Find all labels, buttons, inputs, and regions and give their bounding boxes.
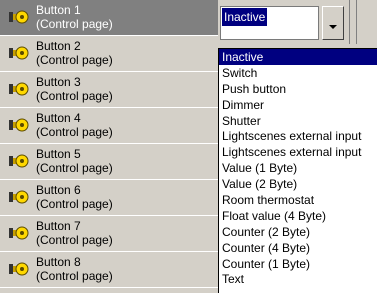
pushbutton-icon <box>8 9 30 25</box>
button-subtitle: (Control page) <box>36 269 113 283</box>
dropdown-option-push-button[interactable]: Push button <box>219 81 377 97</box>
list-item-button-5[interactable]: Button 5 (Control page) <box>0 144 218 180</box>
button-title: Button 2 <box>36 39 81 53</box>
button-title: Button 4 <box>36 111 81 125</box>
pushbutton-icon <box>8 117 30 133</box>
button-subtitle: (Control page) <box>36 161 113 175</box>
button-title: Button 3 <box>36 75 81 89</box>
dropdown-option-value-1-byte[interactable]: Value (1 Byte) <box>219 160 377 176</box>
button-subtitle: (Control page) <box>36 17 113 31</box>
dropdown-option-float-value-4-byte[interactable]: Float value (4 Byte) <box>219 208 377 224</box>
dropdown-option-counter-4-byte[interactable]: Counter (4 Byte) <box>219 240 377 256</box>
button-subtitle: (Control page) <box>36 233 113 247</box>
dropdown-option-value-2-byte[interactable]: Value (2 Byte) <box>219 176 377 192</box>
pushbutton-icon <box>8 81 30 97</box>
button-subtitle: (Control page) <box>36 197 113 211</box>
dropdown-option-lightscenes-external-input-2[interactable]: Lightscenes external input <box>219 144 377 160</box>
dropdown-option-dimmer[interactable]: Dimmer <box>219 97 377 113</box>
column-divider <box>356 0 357 44</box>
button-title: Button 8 <box>36 255 81 269</box>
button-title: Button 7 <box>36 219 81 233</box>
pushbutton-icon <box>8 45 30 61</box>
dropdown-option-counter-2-byte[interactable]: Counter (2 Byte) <box>219 224 377 240</box>
button-title: Button 6 <box>36 183 81 197</box>
pushbutton-icon <box>8 261 30 277</box>
button-list: Button 1 (Control page) Button 2 (Contro… <box>0 0 218 293</box>
dropdown-option-room-thermostat[interactable]: Room thermostat <box>219 192 377 208</box>
list-item-button-8[interactable]: Button 8 (Control page) <box>0 252 218 288</box>
dropdown-option-shutter[interactable]: Shutter <box>219 113 377 129</box>
pushbutton-icon <box>8 225 30 241</box>
list-item-button-4[interactable]: Button 4 (Control page) <box>0 108 218 144</box>
button-title: Button 5 <box>36 147 81 161</box>
column-divider <box>349 0 350 44</box>
list-item-button-6[interactable]: Button 6 (Control page) <box>0 180 218 216</box>
button-subtitle: (Control page) <box>36 53 113 67</box>
button-title: Button 1 <box>36 3 81 17</box>
pushbutton-icon <box>8 189 30 205</box>
dropdown-list: Inactive Switch Push button Dimmer Shutt… <box>218 48 377 293</box>
button-subtitle: (Control page) <box>36 89 113 103</box>
button-subtitle: (Control page) <box>36 125 113 139</box>
list-item-button-7[interactable]: Button 7 (Control page) <box>0 216 218 252</box>
chevron-down-icon <box>329 25 337 29</box>
list-item-button-2[interactable]: Button 2 (Control page) <box>0 36 218 72</box>
dropdown-option-inactive[interactable]: Inactive <box>219 49 377 65</box>
dropdown-option-lightscenes-external-input-1[interactable]: Lightscenes external input <box>219 128 377 144</box>
pushbutton-icon <box>8 153 30 169</box>
list-item-button-3[interactable]: Button 3 (Control page) <box>0 72 218 108</box>
combobox-value[interactable]: Inactive <box>220 7 269 27</box>
dropdown-button[interactable] <box>322 6 344 40</box>
dropdown-option-counter-1-byte[interactable]: Counter (1 Byte) <box>219 256 377 272</box>
dropdown-option-switch[interactable]: Switch <box>219 65 377 81</box>
dropdown-option-text[interactable]: Text <box>219 271 377 287</box>
list-item-button-1[interactable]: Button 1 (Control page) <box>0 0 218 36</box>
